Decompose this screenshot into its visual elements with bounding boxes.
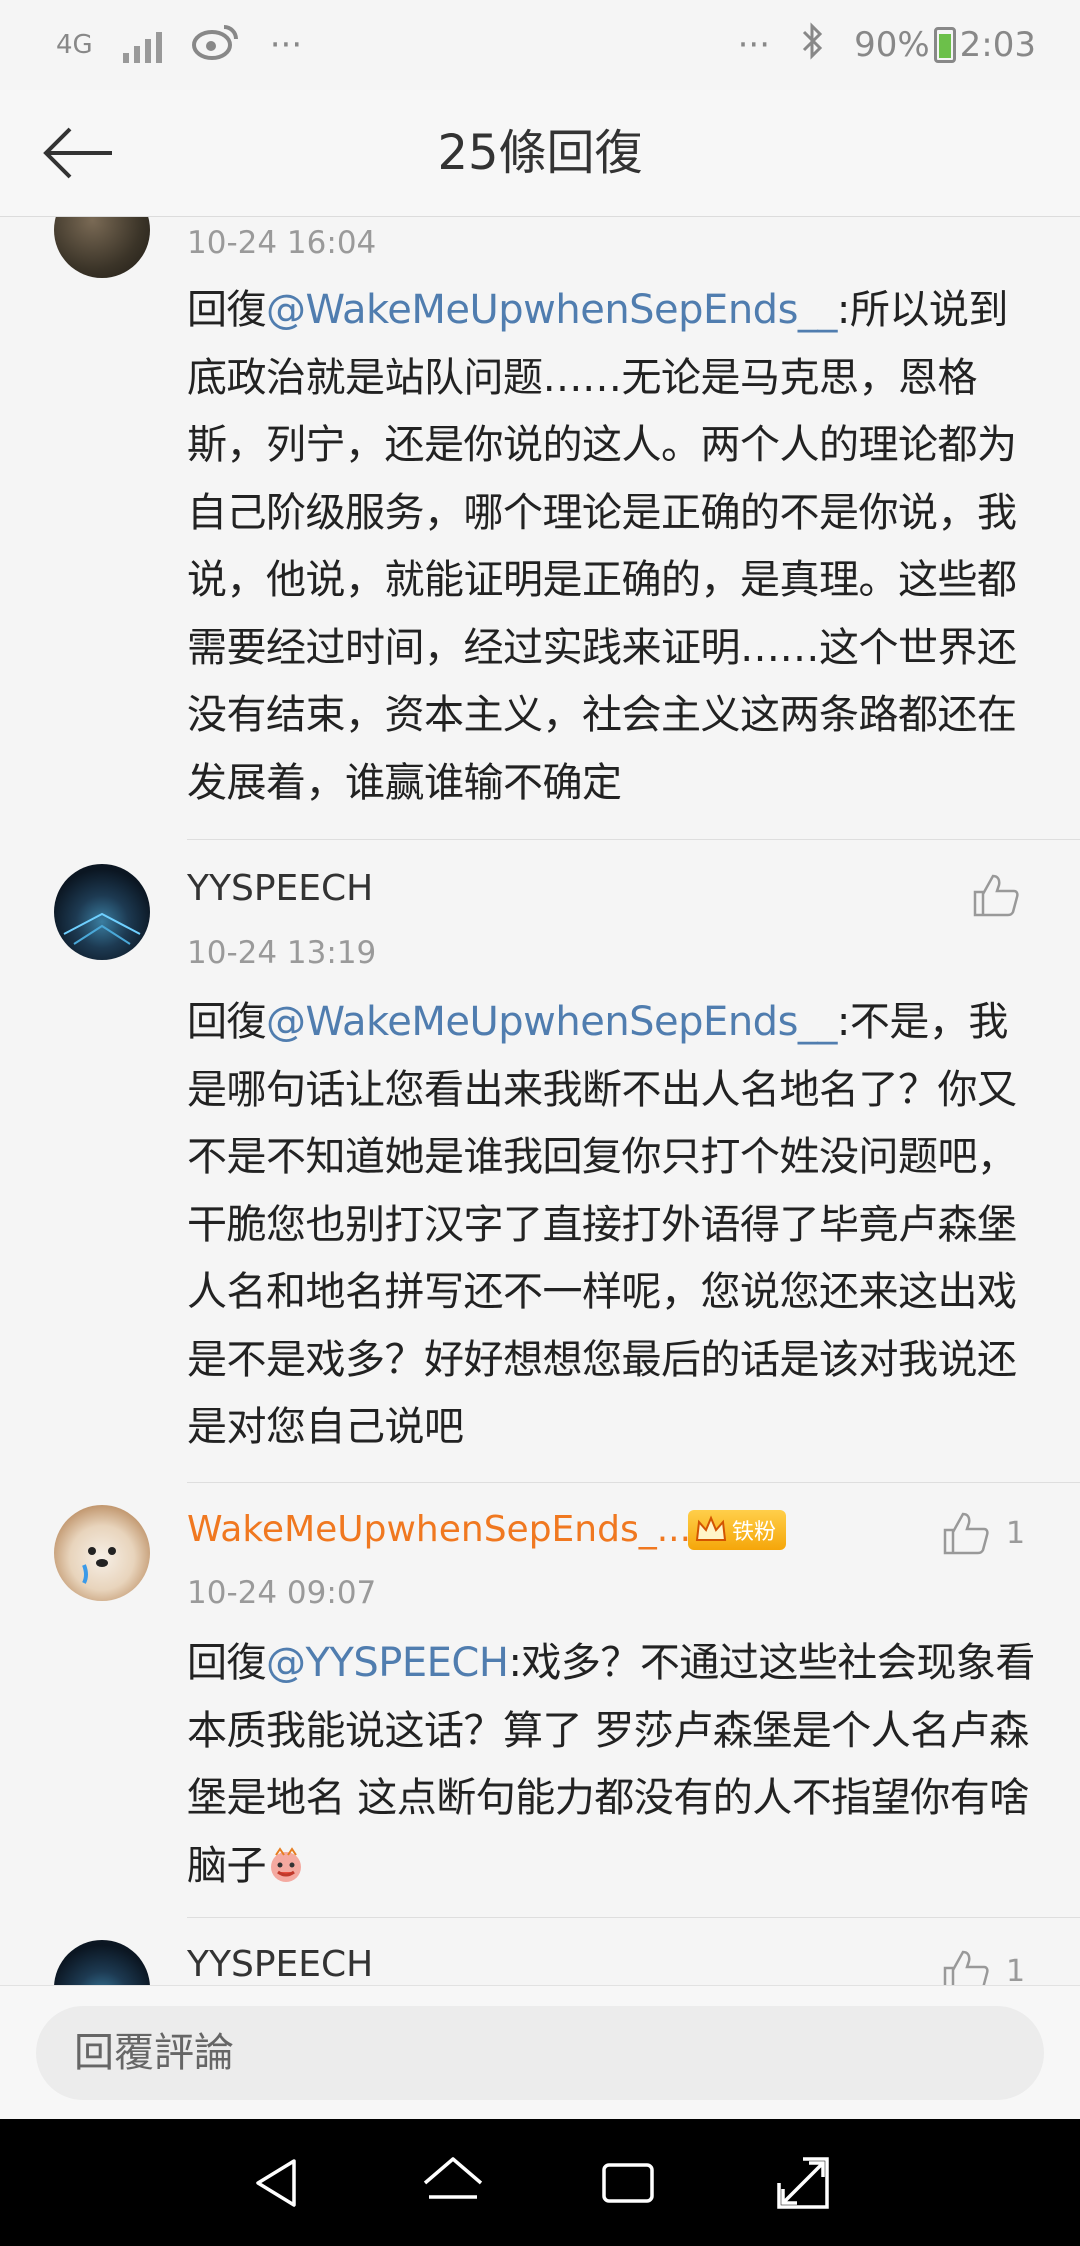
top-nav-bar: 25條回復 <box>0 90 1080 217</box>
reply-prefix: 回復 <box>187 287 267 333</box>
thumbs-up-icon <box>943 1950 989 1985</box>
emoji-icon <box>266 1839 306 1907</box>
comment-text: :不是，我是哪句话让您看出来我断不出人名地名了？你又不是不知道她是谁我回复你只打… <box>187 999 1017 1450</box>
network-type: 4G <box>56 30 93 60</box>
signal-icon <box>122 27 162 63</box>
mention-link[interactable]: @WakeMeUpwhenSepEnds__ <box>266 287 837 333</box>
comment-body[interactable]: 回復@WakeMeUpwhenSepEnds__:所以说到底政治就是站队问题……… <box>187 277 1037 817</box>
comment-time: 10-24 16:04 <box>187 225 377 261</box>
comment-time: 10-24 13:19 <box>187 935 377 971</box>
avatar[interactable] <box>54 1940 150 1985</box>
battery-percent: 90% <box>854 25 930 65</box>
home-icon <box>423 2156 482 2199</box>
comment-username[interactable]: YYSPEECH <box>187 868 373 909</box>
divider <box>187 839 1080 840</box>
status-right: ··· 90% 2:03 <box>737 21 1036 69</box>
comment-username[interactable]: YYSPEECH <box>187 1944 373 1985</box>
comment-username[interactable]: WakeMeUpwhenSepEnds_... <box>187 1509 691 1550</box>
crown-icon <box>695 1515 727 1541</box>
status-left: 4G ··· <box>56 21 302 70</box>
avatar[interactable] <box>54 1505 150 1601</box>
reply-bar <box>0 1985 1080 2120</box>
more-notifications-icon: ··· <box>269 25 303 65</box>
more-status-icon: ··· <box>737 25 771 65</box>
fan-badge-label: 铁粉 <box>732 1520 777 1545</box>
nav-recents-button[interactable] <box>583 2138 673 2228</box>
mention-link[interactable]: @YYSPEECH <box>266 1640 509 1686</box>
weibo-icon <box>191 21 240 70</box>
triangle-back-icon <box>255 2158 296 2207</box>
clock: 2:03 <box>959 25 1036 65</box>
status-bar: 4G ··· ··· 90% 2:03 <box>0 0 1080 90</box>
like-button[interactable]: 1 <box>942 1948 1025 1985</box>
comment-body[interactable]: 回復@YYSPEECH:戏多？不通过这些社会现象看本质我能说这话？算了 罗莎卢森… <box>187 1630 1037 1906</box>
avatar[interactable] <box>54 217 150 278</box>
fan-badge: 铁粉 <box>688 1510 787 1550</box>
like-count: 1 <box>1006 1953 1026 1986</box>
bluetooth-icon <box>800 21 824 69</box>
battery-icon <box>933 27 956 63</box>
divider <box>187 1482 1080 1483</box>
system-nav-bar <box>0 2119 1080 2246</box>
reply-prefix: 回復 <box>187 1640 267 1686</box>
thumbs-up-icon <box>943 1512 989 1555</box>
reply-comment-input[interactable] <box>36 2006 1044 2100</box>
page-title: 25條回復 <box>437 125 643 181</box>
nav-home-button[interactable] <box>408 2138 498 2228</box>
comment-body[interactable]: 回復@WakeMeUpwhenSepEnds__:不是，我是哪句话让您看出来我断… <box>187 989 1037 1462</box>
like-count: 1 <box>1006 1515 1026 1551</box>
mention-link[interactable]: @WakeMeUpwhenSepEnds__ <box>266 999 837 1045</box>
like-button[interactable] <box>972 872 1020 918</box>
avatar[interactable] <box>54 864 150 960</box>
nav-back-button[interactable] <box>233 2138 323 2228</box>
thumbs-up-icon <box>973 874 1019 917</box>
comment-text: :所以说到底政治就是站队问题……无论是马克思，恩格斯，列宁，还是你说的这人。两个… <box>187 287 1017 806</box>
recents-icon <box>601 2162 654 2203</box>
comment-time: 10-24 09:07 <box>187 1575 377 1611</box>
comment-list[interactable]: 10-24 16:04 回復@WakeMeUpwhenSepEnds__:所以说… <box>0 217 1080 1985</box>
divider <box>187 1917 1080 1918</box>
expand-icon <box>776 2156 829 2209</box>
reply-prefix: 回復 <box>187 999 267 1045</box>
like-button[interactable]: 1 <box>942 1510 1025 1556</box>
nav-expand-button[interactable] <box>758 2138 848 2228</box>
